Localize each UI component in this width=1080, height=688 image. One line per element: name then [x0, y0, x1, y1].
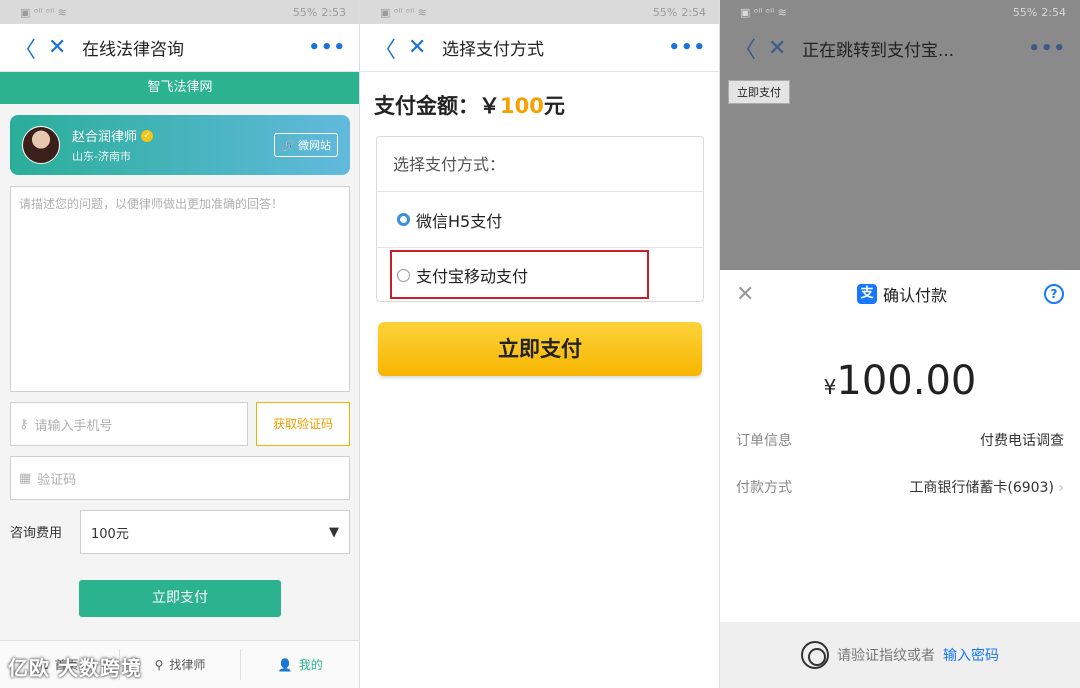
- close-icon[interactable]: ✕: [768, 36, 802, 61]
- micro-site-button[interactable]: 🔗 微网站: [274, 133, 338, 157]
- back-icon[interactable]: 〈: [734, 32, 768, 64]
- pay-amount: 支付金额：￥100元: [374, 94, 565, 118]
- pay-button[interactable]: 立即支付: [378, 322, 702, 376]
- code-input[interactable]: ▦ 验证码: [10, 456, 350, 500]
- nav-bar: 〈 ✕ 选择支付方式 •••: [360, 24, 720, 72]
- signal-icons: ▣ ᵒⁱˡ ᵒⁱˡ ≋: [740, 5, 787, 19]
- page-title: 在线法律咨询: [82, 40, 184, 60]
- avatar: [22, 126, 60, 164]
- signal-icons: ▣ ᵒⁱˡ ᵒⁱˡ ≋: [380, 5, 427, 19]
- nav-bar: 〈 ✕ 正在跳转到支付宝... •••: [720, 24, 1080, 72]
- fee-select[interactable]: 100元 ▼: [80, 510, 350, 554]
- signal-icons: ▣ ᵒⁱˡ ᵒⁱˡ ≋: [20, 5, 67, 19]
- pay-button[interactable]: 立即支付: [79, 580, 281, 617]
- payment-sheet: ✕ 支确认付款 ? ¥100.00 订单信息 付费电话调查 付款方式 工商银行储蓄卡…: [720, 270, 1080, 688]
- site-banner: 智飞法律网: [0, 72, 360, 104]
- battery-text: 55%: [292, 5, 318, 19]
- user-icon: 👤: [277, 657, 293, 672]
- chevron-down-icon: ▼: [329, 524, 339, 540]
- close-icon[interactable]: ✕: [736, 282, 760, 307]
- alipay-icon: 支: [856, 284, 877, 304]
- back-icon[interactable]: 〈: [14, 32, 48, 64]
- status-bar: ▣ ᵒⁱˡ ᵒⁱˡ ≋ 55% 2:54: [720, 0, 1080, 24]
- key-icon: ⚷: [19, 416, 29, 432]
- fingerprint-icon: [801, 641, 829, 669]
- phone-input[interactable]: ⚷ 请输入手机号: [10, 402, 248, 446]
- watermark: 亿欧 大数跨境: [8, 656, 142, 680]
- more-icon[interactable]: •••: [1028, 38, 1066, 59]
- consult-screen: ▣ ᵒⁱˡ ᵒⁱˡ ≋ 55% 2:53 〈 ✕ 在线法律咨询 ••• 智飞法律网…: [0, 0, 360, 688]
- verified-icon: ✓: [141, 129, 154, 142]
- method-header: 选择支付方式：: [377, 137, 703, 192]
- close-icon[interactable]: ✕: [408, 35, 442, 60]
- help-icon[interactable]: ?: [1043, 284, 1064, 304]
- page-title: 选择支付方式: [442, 40, 544, 60]
- payment-method-row[interactable]: 付款方式 工商银行储蓄卡(6903) ›: [736, 477, 1064, 497]
- lawyer-region: 山东-济南市: [72, 150, 131, 163]
- search-icon: ⚲: [154, 657, 164, 672]
- order-info-row: 订单信息 付费电话调查: [736, 433, 1064, 449]
- more-icon[interactable]: •••: [668, 37, 706, 58]
- nav-bar: 〈 ✕ 在线法律咨询 •••: [0, 24, 360, 72]
- sheet-header: ✕ 支确认付款 ?: [720, 270, 1080, 318]
- close-icon[interactable]: ✕: [48, 35, 82, 60]
- sheet-footer: 请验证指纹或者 输入密码: [720, 622, 1080, 688]
- back-icon[interactable]: 〈: [374, 32, 408, 64]
- payment-method-screen: ▣ ᵒⁱˡ ᵒⁱˡ ≋ 55% 2:54 〈 ✕ 选择支付方式 ••• 支付金额：…: [360, 0, 720, 688]
- sheet-title: 确认付款: [882, 286, 947, 305]
- pay-now-button[interactable]: 立即支付: [728, 80, 790, 104]
- chevron-right-icon: ›: [1058, 480, 1064, 496]
- dim-overlay: 立即支付: [720, 72, 1080, 270]
- lawyer-name: 赵合润律师: [72, 130, 138, 145]
- page-title: 正在跳转到支付宝...: [802, 40, 955, 61]
- fee-label: 咨询费用: [10, 526, 63, 541]
- payment-amount: ¥100.00: [823, 358, 977, 404]
- highlight-box: [390, 250, 649, 299]
- link-icon: 🔗: [281, 138, 295, 152]
- tab-mine[interactable]: 👤 我的: [241, 641, 360, 688]
- method-wechat[interactable]: 微信H5支付: [377, 192, 703, 247]
- status-bar: ▣ ᵒⁱˡ ᵒⁱˡ ≋ 55% 2:53: [0, 0, 360, 24]
- radio-selected-icon: [397, 213, 410, 226]
- get-code-button[interactable]: 获取验证码: [256, 402, 350, 446]
- status-bar: ▣ ᵒⁱˡ ᵒⁱˡ ≋ 55% 2:54: [360, 0, 720, 24]
- lawyer-card: 赵合润律师 ✓ 山东-济南市 🔗 微网站: [10, 115, 350, 175]
- enter-password-link[interactable]: 输入密码: [943, 645, 999, 665]
- question-textarea[interactable]: 请描述您的问题，以便律师做出更加准确的回答！: [10, 186, 350, 392]
- status-time: 2:53: [321, 5, 346, 19]
- grid-icon: ▦: [19, 470, 32, 486]
- alipay-confirm-screen: ▣ ᵒⁱˡ ᵒⁱˡ ≋ 55% 2:54 〈 ✕ 正在跳转到支付宝... ••• …: [720, 0, 1080, 688]
- more-icon[interactable]: •••: [308, 37, 346, 58]
